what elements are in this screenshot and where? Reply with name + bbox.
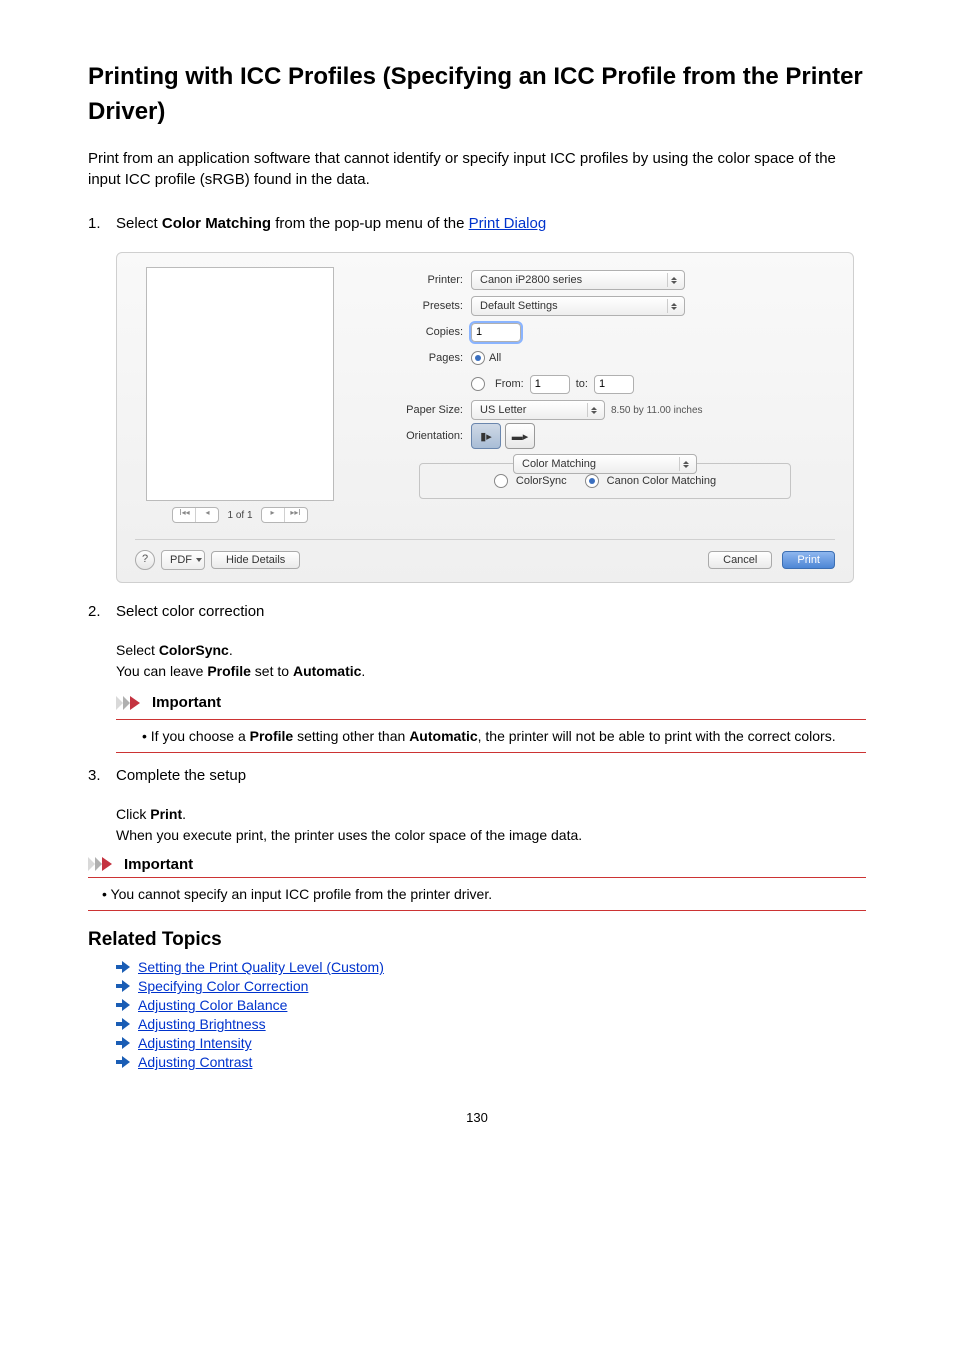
landscape-icon: ▬▸ bbox=[512, 430, 529, 443]
chevron-updown-icon bbox=[667, 273, 680, 287]
hide-details-button[interactable]: Hide Details bbox=[211, 551, 300, 569]
pager-next-group[interactable]: ▸ ▸▸I bbox=[261, 507, 308, 523]
colorsync-label: ColorSync bbox=[516, 475, 567, 487]
portrait-icon: ▮▸ bbox=[480, 430, 492, 443]
presets-label: Presets: bbox=[375, 300, 471, 312]
pages-all-label: All bbox=[489, 352, 501, 364]
print-preview bbox=[146, 267, 334, 501]
step2-text: Select color correction bbox=[116, 603, 866, 620]
intro-text: Print from an application software that … bbox=[88, 148, 866, 192]
presets-value: Default Settings bbox=[480, 300, 558, 312]
chevron-down-icon bbox=[196, 558, 202, 562]
cancel-button[interactable]: Cancel bbox=[708, 551, 772, 569]
related-link[interactable]: Adjusting Contrast bbox=[138, 1054, 252, 1070]
options-popup-value: Color Matching bbox=[522, 458, 596, 470]
pager-next-icon: ▸ bbox=[262, 508, 284, 522]
printer-select[interactable]: Canon iP2800 series bbox=[471, 270, 685, 290]
orientation-landscape-button[interactable]: ▬▸ bbox=[505, 423, 535, 449]
printer-label: Printer: bbox=[375, 274, 471, 286]
pages-range-radio[interactable] bbox=[471, 377, 485, 391]
pages-to-label: to: bbox=[576, 378, 588, 390]
step3-number: 3. bbox=[88, 767, 116, 794]
step2-number: 2. bbox=[88, 603, 116, 630]
related-topics-heading: Related Topics bbox=[88, 929, 866, 951]
pager-label: 1 of 1 bbox=[227, 510, 252, 521]
paper-dim-text: 8.50 by 11.00 inches bbox=[611, 405, 703, 416]
related-link[interactable]: Setting the Print Quality Level (Custom) bbox=[138, 959, 384, 975]
orientation-portrait-button[interactable]: ▮▸ bbox=[471, 423, 501, 449]
arrow-right-icon bbox=[116, 980, 130, 992]
pager-first-icon: I◂◂ bbox=[173, 508, 195, 522]
chevron-updown-icon bbox=[667, 299, 680, 313]
step3-text: Complete the setup bbox=[116, 767, 866, 784]
related-link[interactable]: Adjusting Color Balance bbox=[138, 997, 287, 1013]
step3-sub: Click Print. When you execute print, the… bbox=[116, 804, 866, 846]
important-body: You cannot specify an input ICC profile … bbox=[102, 884, 866, 904]
orientation-label: Orientation: bbox=[375, 430, 471, 442]
step1-text: Select Color Matching from the pop-up me… bbox=[116, 215, 866, 232]
pages-label: Pages: bbox=[375, 352, 471, 364]
important-body: If you choose a Profile setting other th… bbox=[142, 726, 866, 746]
pages-to-input[interactable] bbox=[594, 375, 634, 394]
important-chevrons-icon bbox=[116, 696, 146, 710]
chevron-updown-icon bbox=[587, 403, 600, 417]
arrow-right-icon bbox=[116, 1018, 130, 1030]
important-label: Important bbox=[124, 856, 193, 873]
canon-color-matching-radio[interactable] bbox=[585, 474, 599, 488]
step1-number: 1. bbox=[88, 215, 116, 242]
copies-label: Copies: bbox=[375, 326, 471, 338]
presets-select[interactable]: Default Settings bbox=[471, 296, 685, 316]
arrow-right-icon bbox=[116, 1037, 130, 1049]
canon-color-matching-label: Canon Color Matching bbox=[607, 475, 716, 487]
print-dialog: I◂◂ ◂ 1 of 1 ▸ ▸▸I Printer: Canon iP2800… bbox=[116, 252, 854, 583]
pdf-menu[interactable]: PDF bbox=[161, 550, 205, 570]
pages-from-input[interactable] bbox=[530, 375, 570, 394]
important-label: Important bbox=[152, 692, 221, 715]
help-button[interactable]: ? bbox=[135, 550, 155, 570]
page-title: Printing with ICC Profiles (Specifying a… bbox=[88, 60, 866, 130]
colorsync-radio[interactable] bbox=[494, 474, 508, 488]
pages-all-radio[interactable] bbox=[471, 351, 485, 365]
paper-size-value: US Letter bbox=[480, 404, 526, 416]
paper-size-select[interactable]: US Letter bbox=[471, 400, 605, 420]
print-button[interactable]: Print bbox=[782, 551, 835, 569]
arrow-right-icon bbox=[116, 1056, 130, 1068]
print-dialog-link[interactable]: Print Dialog bbox=[469, 215, 547, 232]
page-number: 130 bbox=[88, 1110, 866, 1125]
chevron-updown-icon bbox=[679, 457, 692, 471]
step2-sub: Select ColorSync. You can leave Profile … bbox=[116, 640, 866, 753]
pager-prev-icon: ◂ bbox=[195, 508, 218, 522]
arrow-right-icon bbox=[116, 961, 130, 973]
pager-prev-group[interactable]: I◂◂ ◂ bbox=[172, 507, 219, 523]
pager-last-icon: ▸▸I bbox=[284, 508, 307, 522]
important-chevrons-icon bbox=[88, 857, 118, 871]
related-link[interactable]: Adjusting Brightness bbox=[138, 1016, 266, 1032]
related-link[interactable]: Adjusting Intensity bbox=[138, 1035, 252, 1051]
related-link[interactable]: Specifying Color Correction bbox=[138, 978, 308, 994]
pages-from-label: From: bbox=[495, 378, 524, 390]
copies-input[interactable] bbox=[471, 323, 521, 342]
options-popup-select[interactable]: Color Matching bbox=[513, 454, 697, 474]
paper-size-label: Paper Size: bbox=[375, 404, 471, 416]
arrow-right-icon bbox=[116, 999, 130, 1011]
printer-value: Canon iP2800 series bbox=[480, 274, 582, 286]
